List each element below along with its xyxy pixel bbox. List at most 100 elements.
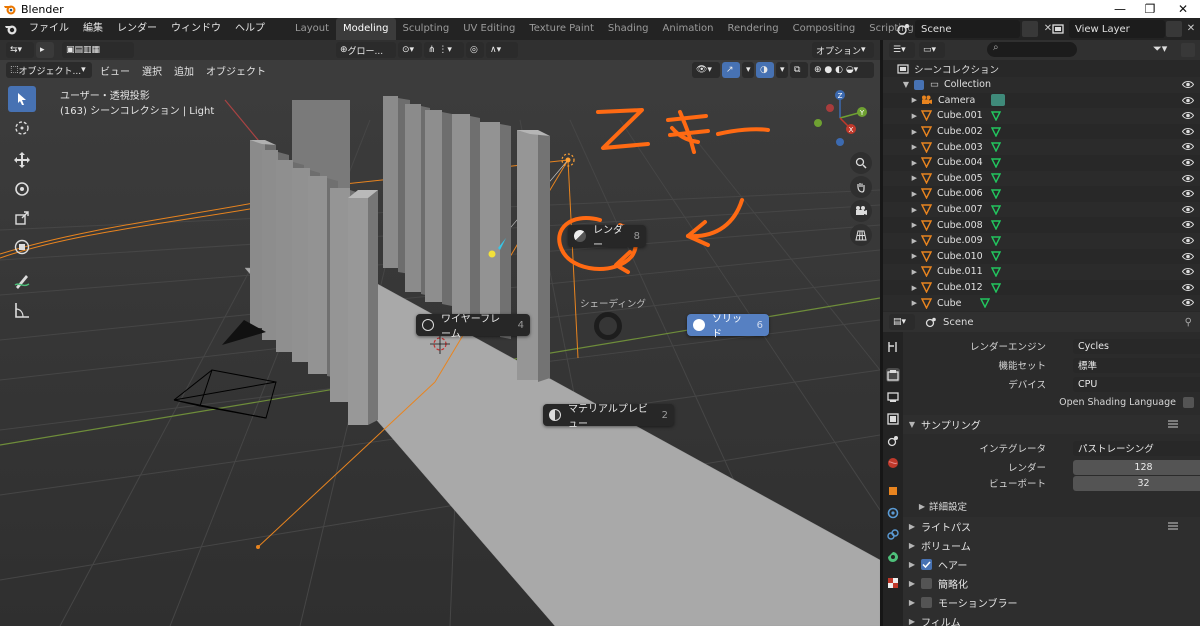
visibility-icon[interactable]: 👁▾ [692,62,720,78]
panel-header[interactable]: ▶ ボリューム [903,536,1200,555]
mesh-data-icon[interactable] [990,158,1001,168]
view-layer-tab-icon[interactable] [886,412,900,426]
render-engine-dropdown[interactable]: Cycles▾ [1073,338,1200,354]
outliner-item[interactable]: ▶ Cube [883,295,1200,311]
mesh-data-icon[interactable] [990,236,1001,246]
panel-header[interactable]: ▶ 簡略化 [903,574,1200,593]
expand-arrow-icon[interactable]: ▶ [883,252,921,260]
expand-arrow-icon[interactable]: ▶ [883,128,921,136]
minimize-button[interactable]: — [1105,0,1135,18]
integrator-dropdown[interactable]: パストレーシング▾ [1073,440,1200,456]
navigation-gizmo[interactable]: Z Y X [808,88,870,150]
snapping-icon[interactable]: ⋔ ⋮▾ [424,42,464,58]
outliner-item[interactable]: ▶ Cube.008 [883,217,1200,233]
menu-view[interactable]: ビュー [94,63,136,78]
outliner-item[interactable]: ▶ Cube.002 [883,124,1200,140]
panel-checkbox[interactable] [921,597,932,608]
presets-list-icon[interactable] [1168,420,1178,428]
select-tool-icon[interactable] [8,86,36,112]
shading-mode-buttons[interactable]: ⊕ ● ◐ ◒▾ [810,62,874,78]
expand-arrow-icon[interactable]: ▼ [883,80,909,89]
expand-arrow-icon[interactable]: ▶ [883,112,921,120]
tab-modeling[interactable]: Modeling [336,18,396,40]
visibility-eye-icon[interactable] [1181,252,1195,261]
overlay-dropdown-icon[interactable]: ▾ [776,62,788,78]
scene-selector-icon[interactable] [896,21,912,37]
overlay-toggle-icon[interactable]: ◑ [756,62,774,78]
viewport-samples-field[interactable]: 32 [1073,475,1200,491]
feature-set-dropdown[interactable]: 標準▾ [1073,357,1200,373]
mesh-data-icon[interactable] [990,126,1001,137]
cursor-tool-icon[interactable] [8,115,36,141]
transform-tool-icon[interactable] [8,234,36,260]
expand-arrow-icon[interactable]: ▶ [883,221,921,229]
new-scene-icon[interactable] [1022,21,1038,37]
object-tab-icon[interactable] [886,484,900,498]
proportional-editing-icon[interactable]: ◎ [466,42,484,58]
pin-icon[interactable]: ⚲ [1185,317,1192,328]
expand-arrow-icon[interactable]: ▶ [883,174,921,182]
select-box-mode-icon[interactable]: ▸ [36,42,54,58]
tab-texture-paint[interactable]: Texture Paint [522,18,601,40]
menu-render[interactable]: レンダー [110,18,164,40]
menu-edit[interactable]: 編集 [76,18,110,40]
collection-checkbox[interactable] [914,79,924,90]
modifier-tab-icon[interactable] [886,506,900,520]
pie-material-preview-button[interactable]: マテリアルプレビュー 2 [543,404,674,430]
visibility-eye-icon[interactable] [1181,111,1195,120]
mesh-data-icon[interactable] [990,204,1001,215]
outliner-collection-row[interactable]: ▼ ▭ Collection [883,77,1200,93]
menu-add[interactable]: 追加 [168,63,200,78]
visibility-eye-icon[interactable] [1181,174,1195,183]
panel-header[interactable]: ▶ モーションブラー [903,593,1200,612]
view-layer-icon[interactable] [1050,21,1066,37]
blender-menu-logo-icon[interactable] [0,18,22,40]
mesh-data-icon[interactable] [990,142,1001,153]
camera-data-icon[interactable] [991,94,1006,107]
scale-tool-icon[interactable] [8,205,36,231]
tab-uv-editing[interactable]: UV Editing [456,18,522,40]
osl-checkbox[interactable] [1183,396,1194,408]
world-tab-icon[interactable] [886,456,900,470]
expand-arrow-icon[interactable]: ▶ [883,299,921,307]
visibility-eye-icon[interactable] [1181,236,1195,245]
orthographic-toggle-icon[interactable] [850,224,872,246]
render-tab-icon[interactable] [886,368,900,382]
scene-name-field[interactable]: Scene [915,20,1020,38]
filter-icon[interactable]: ⏷▾ [1153,42,1167,56]
tab-animation[interactable]: Animation [656,18,721,40]
expand-arrow-icon[interactable]: ▶ [883,268,921,276]
outliner-search-input[interactable]: ⌕ [987,42,1077,57]
tool-tab-icon[interactable] [886,340,900,354]
presets-list-icon[interactable] [1168,522,1178,530]
pie-solid-button[interactable]: ソリッド 6 [687,314,769,340]
mode-dropdown[interactable]: ⬚ オブジェクト... ▾ [6,62,92,78]
advanced-subpanel-header[interactable]: ▶ 詳細設定 [915,497,1200,515]
expand-arrow-icon[interactable]: ▶ [883,190,921,198]
pivot-point-icon[interactable]: ⊙▾ [398,42,422,58]
outliner-item[interactable]: ▶ Cube.009 [883,233,1200,249]
mesh-data-icon[interactable] [990,251,1001,262]
device-dropdown[interactable]: CPU▾ [1073,376,1200,392]
menu-window[interactable]: ウィンドウ [164,18,228,40]
panel-header[interactable]: ▶ フィルム [903,612,1200,626]
mesh-data-icon[interactable] [990,220,1001,231]
tab-compositing[interactable]: Compositing [786,18,863,40]
pan-hand-icon[interactable] [850,176,872,198]
gizmo-toggle-icon[interactable]: ↗ [722,62,740,78]
panel-checkbox[interactable] [921,559,932,570]
new-view-layer-icon[interactable] [1166,21,1182,37]
display-mode-icon[interactable]: ▭▾ [919,42,945,58]
gizmo-dropdown-icon[interactable]: ▾ [742,62,754,78]
panel-header[interactable]: ▶ ライトパス [903,517,1200,536]
outliner-item[interactable]: ▶ Cube.003 [883,139,1200,155]
xray-toggle-icon[interactable]: ⧉ [790,62,808,78]
visibility-eye-icon[interactable] [1181,205,1195,214]
selection-mode-icon[interactable]: ▣▤▥▦ [62,42,134,58]
data-tab-icon[interactable] [886,550,900,564]
editor-type-icon[interactable]: ⇆▾ [6,42,34,58]
menu-file[interactable]: ファイル [22,18,76,40]
outliner-item[interactable]: ▶ Cube.005 [883,170,1200,187]
expand-arrow-icon[interactable]: ▶ [883,237,921,245]
close-button[interactable]: ✕ [1168,0,1198,18]
